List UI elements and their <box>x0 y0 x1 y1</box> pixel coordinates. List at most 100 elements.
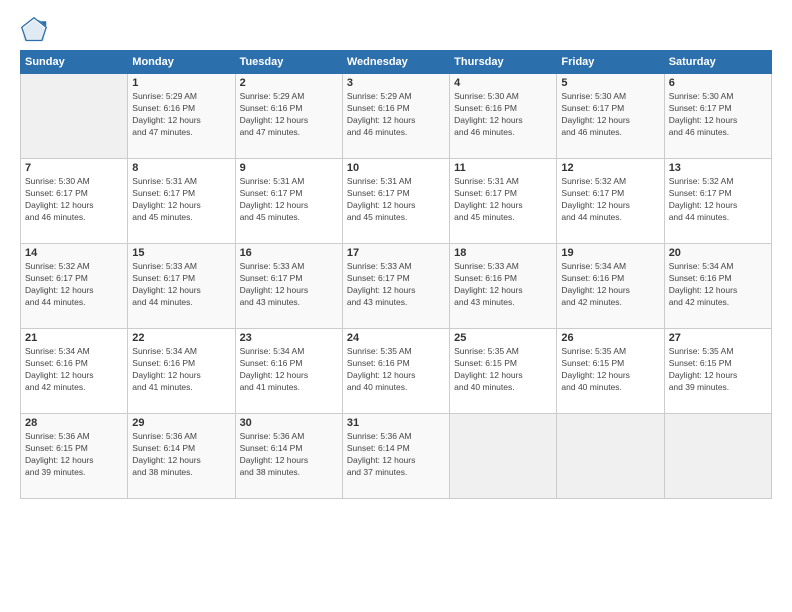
day-info: Sunrise: 5:34 AM Sunset: 6:16 PM Dayligh… <box>240 346 338 394</box>
day-info: Sunrise: 5:33 AM Sunset: 6:16 PM Dayligh… <box>454 261 552 309</box>
day-info: Sunrise: 5:34 AM Sunset: 6:16 PM Dayligh… <box>132 346 230 394</box>
week-row-1: 1 Sunrise: 5:29 AM Sunset: 6:16 PM Daylig… <box>21 74 772 159</box>
day-number: 8 <box>132 162 230 174</box>
day-cell: 25 Sunrise: 5:35 AM Sunset: 6:15 PM Dayli… <box>450 329 557 414</box>
day-number: 26 <box>561 332 659 344</box>
day-cell: 1 Sunrise: 5:29 AM Sunset: 6:16 PM Daylig… <box>128 74 235 159</box>
day-number: 16 <box>240 247 338 259</box>
day-number: 9 <box>240 162 338 174</box>
day-cell: 7Sunrise: 5:30 AM Sunset: 6:17 PM Daylig… <box>21 159 128 244</box>
day-cell: 17 Sunrise: 5:33 AM Sunset: 6:17 PM Dayli… <box>342 244 449 329</box>
day-cell: 30 Sunrise: 5:36 AM Sunset: 6:14 PM Dayli… <box>235 414 342 499</box>
day-cell: 31 Sunrise: 5:36 AM Sunset: 6:14 PM Dayli… <box>342 414 449 499</box>
day-number: 20 <box>669 247 767 259</box>
day-cell: 11 Sunrise: 5:31 AM Sunset: 6:17 PM Dayli… <box>450 159 557 244</box>
day-cell: 9 Sunrise: 5:31 AM Sunset: 6:17 PM Daylig… <box>235 159 342 244</box>
day-cell: 16 Sunrise: 5:33 AM Sunset: 6:17 PM Dayli… <box>235 244 342 329</box>
day-number: 22 <box>132 332 230 344</box>
day-info: Sunrise: 5:32 AM Sunset: 6:17 PM Dayligh… <box>669 176 767 224</box>
col-header-friday: Friday <box>557 51 664 74</box>
day-number: 23 <box>240 332 338 344</box>
page: SundayMondayTuesdayWednesdayThursdayFrid… <box>0 0 792 612</box>
col-header-saturday: Saturday <box>664 51 771 74</box>
day-info: Sunrise: 5:30 AM Sunset: 6:16 PM Dayligh… <box>454 91 552 139</box>
week-row-4: 21 Sunrise: 5:34 AM Sunset: 6:16 PM Dayli… <box>21 329 772 414</box>
day-info: Sunrise: 5:33 AM Sunset: 6:17 PM Dayligh… <box>347 261 445 309</box>
day-info: Sunrise: 5:31 AM Sunset: 6:17 PM Dayligh… <box>347 176 445 224</box>
day-info: Sunrise: 5:32 AM Sunset: 6:17 PM Dayligh… <box>25 261 123 309</box>
day-number: 2 <box>240 77 338 89</box>
day-number: 4 <box>454 77 552 89</box>
day-info: Sunrise: 5:31 AM Sunset: 6:17 PM Dayligh… <box>240 176 338 224</box>
col-header-tuesday: Tuesday <box>235 51 342 74</box>
day-info: Sunrise: 5:34 AM Sunset: 6:16 PM Dayligh… <box>561 261 659 309</box>
day-number: 17 <box>347 247 445 259</box>
day-number: 7 <box>25 162 123 174</box>
day-info: Sunrise: 5:29 AM Sunset: 6:16 PM Dayligh… <box>240 91 338 139</box>
day-number: 6 <box>669 77 767 89</box>
day-number: 24 <box>347 332 445 344</box>
day-info: Sunrise: 5:36 AM Sunset: 6:15 PM Dayligh… <box>25 431 123 479</box>
day-number: 29 <box>132 417 230 429</box>
day-info: Sunrise: 5:35 AM Sunset: 6:15 PM Dayligh… <box>669 346 767 394</box>
day-number: 12 <box>561 162 659 174</box>
day-cell: 13 Sunrise: 5:32 AM Sunset: 6:17 PM Dayli… <box>664 159 771 244</box>
day-number: 30 <box>240 417 338 429</box>
week-row-2: 7Sunrise: 5:30 AM Sunset: 6:17 PM Daylig… <box>21 159 772 244</box>
day-cell: 3Sunrise: 5:29 AM Sunset: 6:16 PM Daylig… <box>342 74 449 159</box>
day-info: Sunrise: 5:30 AM Sunset: 6:17 PM Dayligh… <box>561 91 659 139</box>
header <box>20 16 772 44</box>
day-cell <box>21 74 128 159</box>
day-number: 28 <box>25 417 123 429</box>
day-number: 31 <box>347 417 445 429</box>
day-cell: 12 Sunrise: 5:32 AM Sunset: 6:17 PM Dayli… <box>557 159 664 244</box>
day-info: Sunrise: 5:36 AM Sunset: 6:14 PM Dayligh… <box>132 431 230 479</box>
day-info: Sunrise: 5:36 AM Sunset: 6:14 PM Dayligh… <box>240 431 338 479</box>
day-number: 19 <box>561 247 659 259</box>
day-cell: 19 Sunrise: 5:34 AM Sunset: 6:16 PM Dayli… <box>557 244 664 329</box>
day-cell: 28 Sunrise: 5:36 AM Sunset: 6:15 PM Dayli… <box>21 414 128 499</box>
day-number: 1 <box>132 77 230 89</box>
day-info: Sunrise: 5:31 AM Sunset: 6:17 PM Dayligh… <box>454 176 552 224</box>
day-info: Sunrise: 5:35 AM Sunset: 6:15 PM Dayligh… <box>454 346 552 394</box>
logo-icon <box>20 16 48 44</box>
day-cell: 21 Sunrise: 5:34 AM Sunset: 6:16 PM Dayli… <box>21 329 128 414</box>
day-number: 13 <box>669 162 767 174</box>
day-number: 21 <box>25 332 123 344</box>
day-info: Sunrise: 5:29 AM Sunset: 6:16 PM Dayligh… <box>132 91 230 139</box>
day-info: Sunrise: 5:34 AM Sunset: 6:16 PM Dayligh… <box>669 261 767 309</box>
logo <box>20 16 52 44</box>
day-number: 27 <box>669 332 767 344</box>
day-info: Sunrise: 5:36 AM Sunset: 6:14 PM Dayligh… <box>347 431 445 479</box>
day-cell: 15 Sunrise: 5:33 AM Sunset: 6:17 PM Dayli… <box>128 244 235 329</box>
day-number: 18 <box>454 247 552 259</box>
col-header-thursday: Thursday <box>450 51 557 74</box>
day-number: 25 <box>454 332 552 344</box>
calendar-table: SundayMondayTuesdayWednesdayThursdayFrid… <box>20 50 772 499</box>
day-cell: 6Sunrise: 5:30 AM Sunset: 6:17 PM Daylig… <box>664 74 771 159</box>
day-info: Sunrise: 5:34 AM Sunset: 6:16 PM Dayligh… <box>25 346 123 394</box>
day-cell: 20 Sunrise: 5:34 AM Sunset: 6:16 PM Dayli… <box>664 244 771 329</box>
header-row: SundayMondayTuesdayWednesdayThursdayFrid… <box>21 51 772 74</box>
day-info: Sunrise: 5:35 AM Sunset: 6:16 PM Dayligh… <box>347 346 445 394</box>
day-info: Sunrise: 5:33 AM Sunset: 6:17 PM Dayligh… <box>240 261 338 309</box>
week-row-5: 28 Sunrise: 5:36 AM Sunset: 6:15 PM Dayli… <box>21 414 772 499</box>
day-number: 5 <box>561 77 659 89</box>
day-cell <box>664 414 771 499</box>
day-info: Sunrise: 5:29 AM Sunset: 6:16 PM Dayligh… <box>347 91 445 139</box>
day-cell: 29 Sunrise: 5:36 AM Sunset: 6:14 PM Dayli… <box>128 414 235 499</box>
day-number: 10 <box>347 162 445 174</box>
day-cell: 14Sunrise: 5:32 AM Sunset: 6:17 PM Dayli… <box>21 244 128 329</box>
day-info: Sunrise: 5:31 AM Sunset: 6:17 PM Dayligh… <box>132 176 230 224</box>
day-info: Sunrise: 5:33 AM Sunset: 6:17 PM Dayligh… <box>132 261 230 309</box>
day-cell: 5 Sunrise: 5:30 AM Sunset: 6:17 PM Daylig… <box>557 74 664 159</box>
day-info: Sunrise: 5:32 AM Sunset: 6:17 PM Dayligh… <box>561 176 659 224</box>
col-header-monday: Monday <box>128 51 235 74</box>
day-cell: 18 Sunrise: 5:33 AM Sunset: 6:16 PM Dayli… <box>450 244 557 329</box>
day-number: 15 <box>132 247 230 259</box>
day-number: 11 <box>454 162 552 174</box>
day-cell: 23 Sunrise: 5:34 AM Sunset: 6:16 PM Dayli… <box>235 329 342 414</box>
day-cell: 4 Sunrise: 5:30 AM Sunset: 6:16 PM Daylig… <box>450 74 557 159</box>
day-cell: 22 Sunrise: 5:34 AM Sunset: 6:16 PM Dayli… <box>128 329 235 414</box>
day-info: Sunrise: 5:35 AM Sunset: 6:15 PM Dayligh… <box>561 346 659 394</box>
